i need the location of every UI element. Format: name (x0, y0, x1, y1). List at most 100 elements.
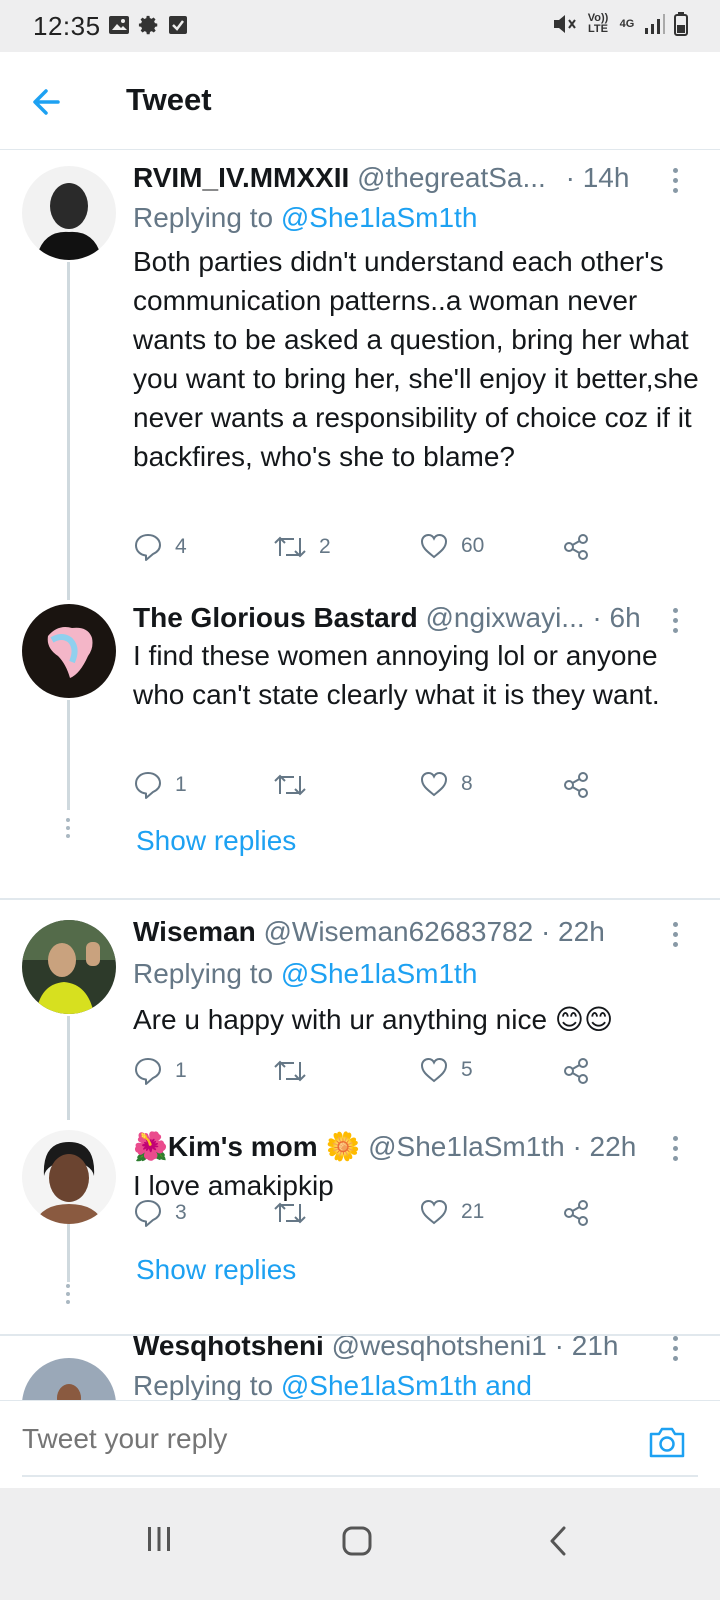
display-name[interactable]: Wiseman (133, 916, 256, 947)
heart-icon (420, 771, 448, 797)
reply-icon (135, 1200, 161, 1227)
avatar[interactable] (22, 166, 116, 260)
tweet-time: · 14h (565, 162, 630, 193)
tweet-header: Wesqhotsheni @wesqhotsheni1 · 21h (133, 1336, 640, 1362)
display-name[interactable]: Wesqhotsheni (133, 1336, 324, 1361)
tweet-text: I find these women annoying lol or anyon… (133, 640, 660, 710)
display-name[interactable]: Kim's mom (168, 1131, 318, 1162)
gear-icon (138, 15, 158, 35)
heart-icon (420, 533, 448, 559)
home-icon (342, 1526, 372, 1556)
avatar[interactable] (22, 604, 116, 698)
retweet-icon (274, 774, 306, 796)
recents-button[interactable] (146, 1526, 172, 1557)
heart-icon (420, 1199, 448, 1225)
like-button[interactable]: 21 (419, 1198, 484, 1226)
like-button[interactable]: 60 (419, 532, 484, 560)
home-button[interactable] (342, 1526, 372, 1561)
status-left-icons (108, 14, 188, 36)
system-back-button[interactable] (548, 1526, 568, 1561)
like-button[interactable]: 8 (419, 770, 473, 798)
retweet-button[interactable] (273, 1198, 319, 1228)
replying-prefix: Replying to (133, 202, 281, 233)
retweet-button[interactable] (273, 770, 319, 800)
heart-icon (420, 1057, 448, 1083)
show-replies-link[interactable]: Show replies (136, 1254, 296, 1286)
tweet-time: · 22h (540, 916, 605, 947)
tweet-time: · 6h (592, 602, 640, 633)
like-count: 60 (461, 534, 485, 557)
tweet-header: Wiseman @Wiseman62683782 · 22h (133, 916, 640, 948)
user-handle[interactable]: @thegreatSa... (357, 162, 546, 193)
reply-count: 1 (175, 1059, 187, 1082)
like-count: 21 (461, 1200, 485, 1223)
mute-icon (554, 15, 576, 33)
replying-to: Replying to @She1laSm1th (133, 202, 477, 234)
checkbox-icon (169, 16, 187, 34)
user-handle[interactable]: @Wiseman62683782 (263, 916, 533, 947)
volte-label: Vo)) LTE (587, 12, 609, 35)
more-options-button[interactable] (670, 922, 680, 952)
like-button[interactable]: 5 (419, 1056, 473, 1084)
tweet-text: Both parties didn't understand each othe… (133, 246, 699, 472)
share-button[interactable] (561, 532, 591, 562)
show-replies-link[interactable]: Show replies (136, 825, 296, 857)
mention-link[interactable]: @She1laSm1th and (281, 1370, 532, 1400)
reply-button[interactable]: 4 (133, 532, 187, 562)
display-name[interactable]: The Glorious Bastard (133, 602, 418, 633)
mention-link[interactable]: @She1laSm1th (281, 958, 478, 989)
more-options-button[interactable] (670, 1136, 680, 1166)
user-handle[interactable]: @wesqhotsheni1 (332, 1336, 547, 1361)
arrow-left-icon (33, 89, 60, 115)
tweet[interactable]: Wiseman @Wiseman62683782 · 22h Replying … (0, 900, 720, 1120)
tweet[interactable]: Wesqhotsheni @wesqhotsheni1 · 21h Replyi… (0, 1336, 720, 1400)
avatar[interactable] (22, 1358, 116, 1400)
top-app-bar: Tweet (0, 52, 720, 150)
display-name[interactable]: RVIM_IV.MMXXII (133, 162, 349, 193)
tweet[interactable]: RVIM_IV.MMXXII @thegreatSa... · 14h Repl… (0, 150, 720, 590)
replying-to: Replying to @She1laSm1th (133, 958, 477, 990)
tweet-time: · 21h (554, 1336, 619, 1361)
reply-input[interactable] (22, 1423, 622, 1455)
retweet-button[interactable] (273, 1056, 319, 1086)
share-icon (564, 1058, 588, 1084)
more-options-button[interactable] (670, 608, 680, 638)
retweet-icon (274, 536, 306, 558)
mention-link[interactable]: @She1laSm1th (281, 202, 478, 233)
more-options-button[interactable] (670, 168, 680, 198)
name-emoji: 🌼 (325, 1131, 361, 1162)
reply-count: 1 (175, 773, 187, 796)
user-handle[interactable]: @She1laSm1th (368, 1131, 565, 1162)
reply-button[interactable]: 1 (133, 1056, 187, 1086)
tweet-time: · 22h (572, 1131, 637, 1162)
reply-count: 3 (175, 1201, 187, 1224)
camera-button[interactable] (648, 1425, 686, 1464)
tweet-header: 🌺Kim's mom 🌼 @She1laSm1th · 22h (133, 1130, 640, 1163)
avatar[interactable] (22, 920, 116, 1014)
tweet[interactable]: 🌺Kim's mom 🌼 @She1laSm1th · 22h I love a… (0, 1120, 720, 1332)
tweet-text: Are u happy with ur anything nice 😊😊 (133, 1004, 614, 1035)
share-icon (564, 1200, 588, 1226)
reply-button[interactable]: 1 (133, 770, 187, 800)
back-button[interactable] (28, 82, 68, 122)
image-icon (109, 16, 129, 34)
replying-prefix: Replying to (133, 958, 281, 989)
status-time: 12:35 (33, 11, 101, 41)
share-button[interactable] (561, 770, 591, 800)
tweet-header: RVIM_IV.MMXXII @thegreatSa... · 14h (133, 162, 640, 194)
user-handle[interactable]: @ngixwayi... (426, 602, 585, 633)
retweet-button[interactable]: 2 (273, 532, 331, 562)
reply-button[interactable]: 3 (133, 1198, 187, 1228)
more-options-button[interactable] (670, 1336, 680, 1366)
recents-icon (148, 1527, 170, 1551)
like-count: 8 (461, 772, 473, 795)
reply-underline (22, 1475, 698, 1477)
share-button[interactable] (561, 1056, 591, 1086)
tweet-actions: 3 21 (133, 1198, 603, 1234)
share-button[interactable] (561, 1198, 591, 1228)
retweet-count: 2 (319, 535, 331, 558)
camera-icon (649, 1427, 685, 1458)
avatar[interactable] (22, 1130, 116, 1224)
tweet[interactable]: The Glorious Bastard @ngixwayi... · 6h I… (0, 590, 720, 880)
tweet-actions: 1 5 (133, 1056, 603, 1092)
